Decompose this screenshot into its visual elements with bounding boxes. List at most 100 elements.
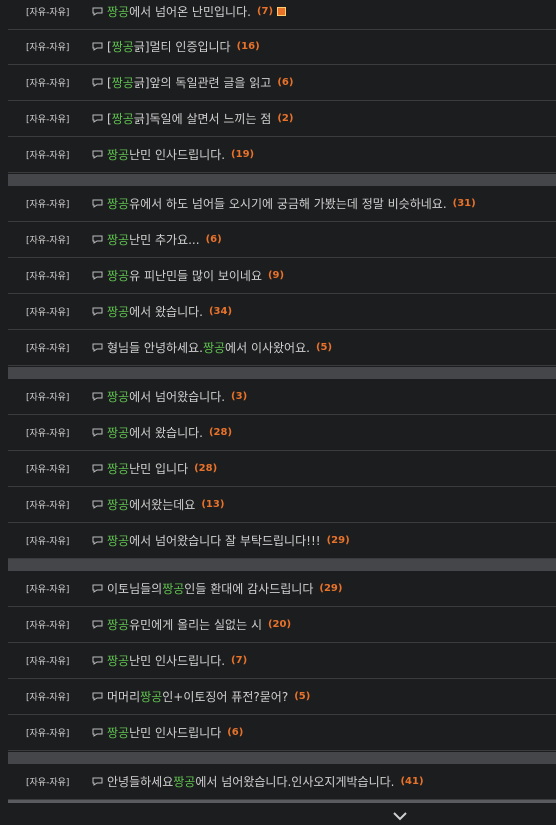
post-title-link[interactable]: 짱공 에서 왔습니다. (28) [92, 424, 232, 441]
comment-count[interactable]: (16) [237, 41, 260, 52]
comment-count[interactable]: (20) [268, 619, 291, 630]
post-title-link[interactable]: 짱공 에서왔는데요 (13) [92, 496, 224, 513]
chevron-down-icon[interactable] [393, 806, 407, 825]
post-row[interactable]: [자유-자유] 짱공 유 피난민들 많이 보이네요 (9) [8, 258, 556, 294]
post-category[interactable]: [자유-자유] [8, 341, 92, 354]
post-title-link[interactable]: [짱공 긁]멀티 인증입니다 (16) [92, 38, 260, 55]
chat-bubble-icon [92, 777, 104, 786]
post-title-link[interactable]: 짱공 유 피난민들 많이 보이네요 (9) [92, 267, 284, 284]
post-title-text: 이토님들의 [107, 582, 163, 596]
post-title-text: 난민 인사드립니다 [129, 726, 222, 740]
post-category[interactable]: [자유-자유] [8, 690, 92, 703]
comment-count[interactable]: (31) [453, 198, 476, 209]
comment-count[interactable]: (3) [231, 391, 247, 402]
comment-count[interactable]: (5) [294, 691, 310, 702]
highlighted-keyword: 짱공 [107, 462, 130, 476]
post-row[interactable]: [자유-자유][짱공 긁]앞의 독일관련 글을 읽고 (6) [8, 65, 556, 101]
post-category[interactable]: [자유-자유] [8, 534, 92, 547]
comment-count[interactable]: (6) [277, 77, 293, 88]
post-row[interactable]: [자유-자유] 짱공 난민 입니다 (28) [8, 451, 556, 487]
highlighted-keyword: 짱공 [202, 341, 226, 355]
post-title-link[interactable]: 짱공 에서 넘어온 난민입니다. (7) [92, 3, 287, 20]
post-title-text: 인+이토징어 퓨전?묻어? [162, 690, 289, 704]
comment-count[interactable]: (6) [206, 234, 222, 245]
post-row[interactable]: [자유-자유] 이토님들의 짱공 인들 환대에 감사드립니다 (29) [8, 571, 556, 607]
post-row[interactable]: [자유-자유] 짱공 에서 넘어온 난민입니다. (7) [8, 0, 556, 30]
post-row[interactable]: [자유-자유] 머머리 짱공 인+이토징어 퓨전?묻어? (5) [8, 679, 556, 715]
post-title-link[interactable]: 짱공 에서 넘어왔습니다 잘 부탁드립니다!!! (29) [92, 532, 350, 549]
chat-bubble-icon [92, 728, 104, 737]
post-category[interactable]: [자유-자유] [8, 40, 92, 53]
group-separator [8, 367, 556, 379]
post-row[interactable]: [자유-자유] 짱공 에서왔는데요 (13) [8, 487, 556, 523]
comment-count[interactable]: (29) [319, 583, 342, 594]
post-title-link[interactable]: 이토님들의 짱공 인들 환대에 감사드립니다 (29) [92, 580, 342, 597]
comment-count[interactable]: (29) [327, 535, 350, 546]
post-title-link[interactable]: 형님들 안녕하세요. 짱공 에서 이사왔어요. (5) [92, 339, 332, 356]
chat-bubble-icon [92, 42, 104, 51]
post-category[interactable]: [자유-자유] [8, 112, 92, 125]
post-category[interactable]: [자유-자유] [8, 498, 92, 511]
comment-count[interactable]: (6) [227, 727, 243, 738]
comment-count[interactable]: (34) [209, 306, 232, 317]
post-title-text: 에서 왔습니다. [129, 305, 203, 319]
post-title-text: 난민 인사드립니다. [129, 148, 226, 162]
post-category[interactable]: [자유-자유] [8, 582, 92, 595]
post-row[interactable]: [자유-자유] 짱공 에서 왔습니다. (28) [8, 415, 556, 451]
comment-count[interactable]: (2) [277, 113, 293, 124]
post-row[interactable]: [자유-자유] 짱공 에서 왔습니다. (34) [8, 294, 556, 330]
post-row[interactable]: [자유-자유] 짱공 난민 인사드립니다. (19) [8, 137, 556, 173]
post-category[interactable]: [자유-자유] [8, 462, 92, 475]
post-category[interactable]: [자유-자유] [8, 148, 92, 161]
chat-bubble-icon [92, 428, 104, 437]
comment-count[interactable]: (41) [400, 776, 423, 787]
post-category[interactable]: [자유-자유] [8, 233, 92, 246]
post-row[interactable]: [자유-자유] 짱공 에서 넘어왔습니다 잘 부탁드립니다!!! (29) [8, 523, 556, 559]
post-row[interactable]: [자유-자유] 짱공 유에서 하도 넘어들 오시기에 궁금해 가봤는데 정말 비슷하… [8, 186, 556, 222]
comment-count[interactable]: (28) [209, 427, 232, 438]
chat-bubble-icon [92, 271, 104, 280]
post-category[interactable]: [자유-자유] [8, 269, 92, 282]
post-row[interactable]: [자유-자유] 짱공 난민 인사드립니다. (7) [8, 643, 556, 679]
post-row[interactable]: [자유-자유][짱공 긁]멀티 인증입니다 (16) [8, 29, 556, 65]
highlighted-keyword: 짱공 [107, 726, 130, 740]
post-category[interactable]: [자유-자유] [8, 654, 92, 667]
comment-count[interactable]: (5) [316, 342, 332, 353]
post-category[interactable]: [자유-자유] [8, 426, 92, 439]
post-title-link[interactable]: [짱공 긁]앞의 독일관련 글을 읽고 (6) [92, 74, 293, 91]
post-row[interactable]: [자유-자유] 짱공 난민 인사드립니다 (6) [8, 715, 556, 751]
post-category[interactable]: [자유-자유] [8, 775, 92, 788]
post-row[interactable]: [자유-자유] 짱공 에서 넘어왔습니다. (3) [8, 379, 556, 415]
post-title-link[interactable]: 짱공 에서 왔습니다. (34) [92, 303, 232, 320]
post-title-link[interactable]: 짱공 난민 입니다 (28) [92, 460, 217, 477]
post-title-link[interactable]: [짱공 긁]독일에 살면서 느끼는 점 (2) [92, 110, 293, 127]
post-category[interactable]: [자유-자유] [8, 197, 92, 210]
post-title-link[interactable]: 짱공 유에서 하도 넘어들 오시기에 궁금해 가봤는데 정말 비슷하네요. (31) [92, 195, 476, 212]
post-row[interactable]: [자유-자유][짱공 긁]독일에 살면서 느끼는 점 (2) [8, 101, 556, 137]
post-title-link[interactable]: 짱공 유민에게 올리는 실없는 시 (20) [92, 616, 291, 633]
post-category[interactable]: [자유-자유] [8, 618, 92, 631]
post-row[interactable]: [자유-자유] 짱공 난민 추가요... (6) [8, 222, 556, 258]
post-category[interactable]: [자유-자유] [8, 305, 92, 318]
post-category[interactable]: [자유-자유] [8, 76, 92, 89]
comment-count[interactable]: (13) [201, 499, 224, 510]
comment-count[interactable]: (19) [231, 149, 254, 160]
post-title-link[interactable]: 짱공 난민 인사드립니다 (6) [92, 724, 243, 741]
post-row[interactable]: [자유-자유] 안녕들하세요 짱공 에서 넘어왔습니다.인사오지게박습니다. (41) [8, 764, 556, 800]
post-row[interactable]: [자유-자유] 짱공 유민에게 올리는 실없는 시 (20) [8, 607, 556, 643]
post-title-link[interactable]: 짱공 난민 추가요... (6) [92, 231, 222, 248]
post-category[interactable]: [자유-자유] [8, 390, 92, 403]
comment-count[interactable]: (7) [257, 6, 273, 17]
post-category[interactable]: [자유-자유] [8, 726, 92, 739]
post-row[interactable]: [자유-자유] 형님들 안녕하세요. 짱공 에서 이사왔어요. (5) [8, 330, 556, 366]
post-title-link[interactable]: 안녕들하세요 짱공 에서 넘어왔습니다.인사오지게박습니다. (41) [92, 773, 424, 790]
comment-count[interactable]: (9) [268, 270, 284, 281]
post-title-link[interactable]: 머머리 짱공 인+이토징어 퓨전?묻어? (5) [92, 688, 310, 705]
highlighted-keyword: 짱공 [107, 390, 130, 404]
post-title-link[interactable]: 짱공 난민 인사드립니다. (7) [92, 652, 247, 669]
post-category[interactable]: [자유-자유] [8, 5, 92, 18]
post-title-link[interactable]: 짱공 난민 인사드립니다. (19) [92, 146, 254, 163]
comment-count[interactable]: (28) [194, 463, 217, 474]
comment-count[interactable]: (7) [231, 655, 247, 666]
post-title-link[interactable]: 짱공 에서 넘어왔습니다. (3) [92, 388, 247, 405]
